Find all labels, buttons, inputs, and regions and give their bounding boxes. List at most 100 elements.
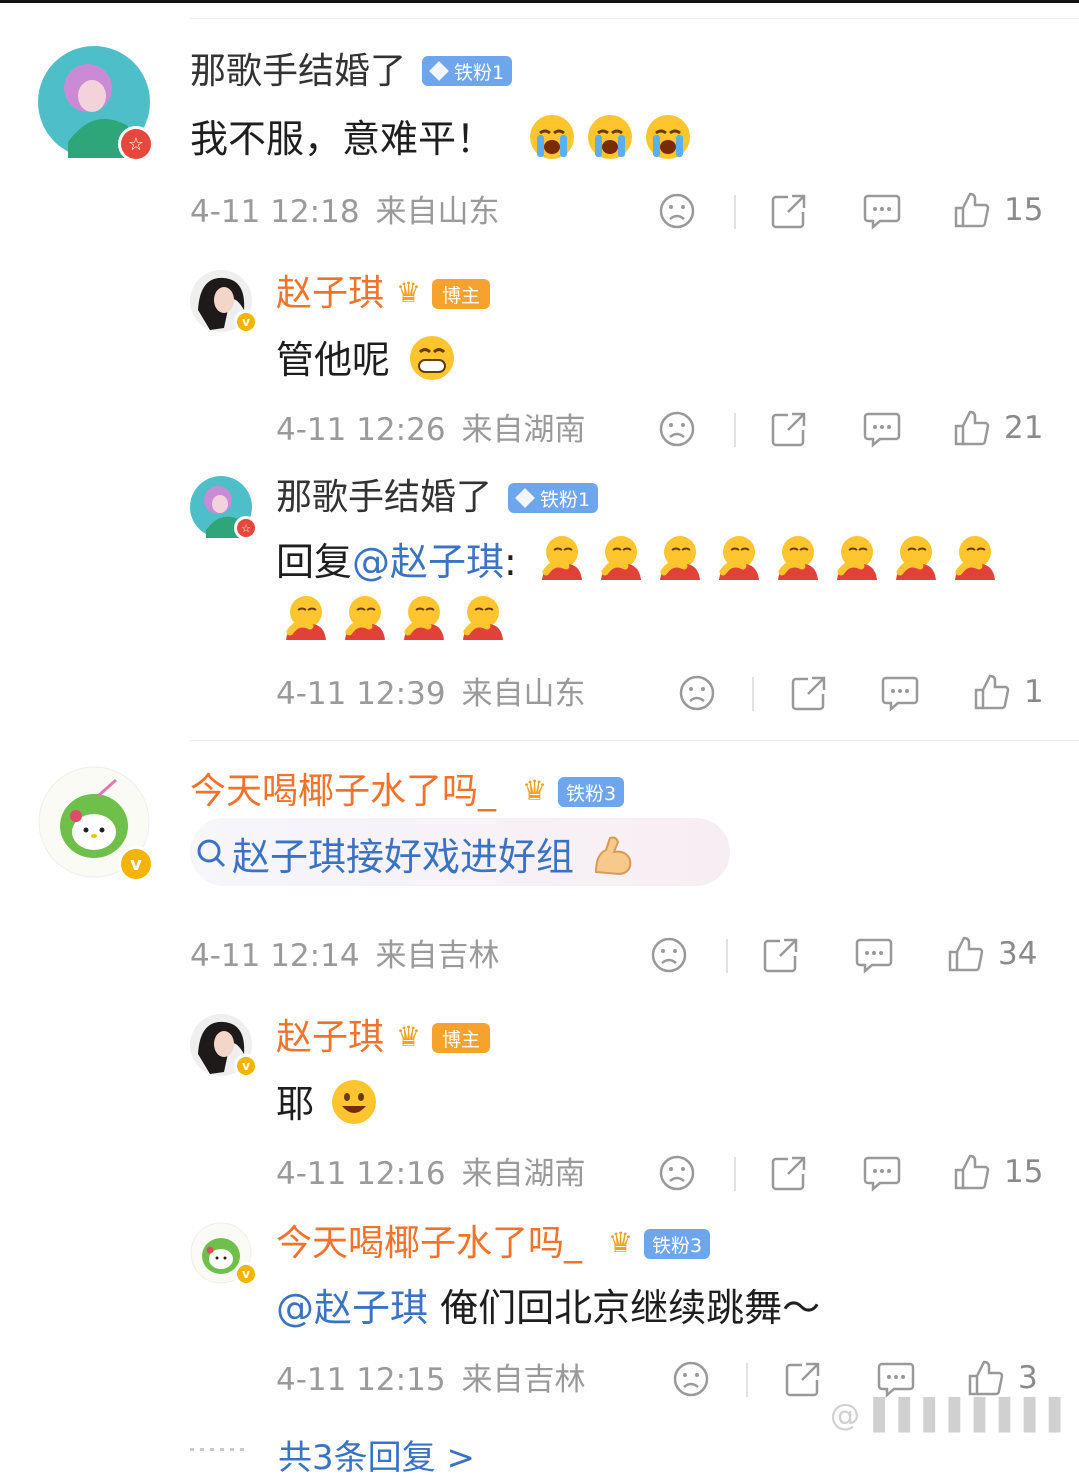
hug-emoji — [339, 592, 389, 646]
like-button[interactable]: 15 — [952, 190, 1043, 230]
avatar[interactable]: v — [190, 1014, 258, 1078]
share-icon[interactable] — [790, 674, 828, 712]
share-icon[interactable] — [770, 1154, 808, 1192]
like-button[interactable]: 3 — [966, 1358, 1038, 1398]
avatar[interactable]: v — [190, 1222, 258, 1286]
reply-author-name[interactable]: 赵子琪 — [276, 1018, 384, 1058]
like-count: 34 — [998, 936, 1038, 972]
action-bar: 15 — [656, 190, 1046, 234]
reply-text: 耶 — [276, 1078, 388, 1135]
comment-icon[interactable] — [862, 1154, 902, 1192]
thumbs-up-icon — [966, 1358, 1006, 1398]
divider — [734, 1157, 736, 1191]
verified-badge: ☆ — [118, 126, 154, 162]
hug-emoji — [280, 592, 330, 646]
dislike-icon[interactable] — [658, 1154, 696, 1192]
divider — [734, 413, 736, 447]
fan-tag: 铁粉3 — [644, 1229, 711, 1259]
like-button[interactable]: 1 — [972, 672, 1044, 712]
fan-tag: 铁粉1 — [508, 483, 599, 513]
crown-icon: ♛ — [396, 1020, 422, 1053]
share-icon[interactable] — [762, 936, 800, 974]
divider — [190, 740, 1079, 741]
top-border — [0, 0, 1079, 3]
like-count: 15 — [1004, 192, 1044, 228]
mention-link[interactable]: @赵子琪 — [276, 1286, 428, 1330]
cry-emoji — [528, 113, 576, 170]
verified-badge: v — [118, 846, 154, 882]
emoji-row — [536, 532, 1016, 586]
hug-emoji — [654, 532, 704, 586]
thumbs-up-icon — [952, 1152, 992, 1192]
action-bar: 15 — [656, 1152, 1046, 1196]
comment-icon[interactable] — [876, 1360, 916, 1398]
divider — [734, 195, 736, 229]
cry-emoji — [644, 113, 692, 170]
reply-thread-line — [190, 1448, 250, 1451]
crown-icon: ♛ — [396, 276, 422, 309]
reply-meta: 4-11 12:15 来自吉林 — [276, 1362, 586, 1398]
reply-meta: 4-11 12:26 来自湖南 — [276, 412, 586, 448]
dislike-icon[interactable] — [672, 1360, 710, 1398]
comment-icon[interactable] — [854, 936, 894, 974]
like-count: 3 — [1018, 1360, 1038, 1396]
blogger-tag: 博主 — [432, 1023, 491, 1053]
avatar[interactable]: ☆ — [38, 46, 154, 162]
share-icon[interactable] — [770, 410, 808, 448]
divider — [752, 677, 754, 711]
like-count: 1 — [1024, 674, 1044, 710]
dislike-icon[interactable] — [678, 674, 716, 712]
dislike-icon[interactable] — [650, 936, 688, 974]
action-bar: 21 — [656, 408, 1046, 452]
reply-text: 回复@赵子琪: — [276, 540, 517, 584]
commenter-name[interactable]: 那歌手结婚了 — [190, 52, 406, 92]
like-button[interactable]: 15 — [952, 1152, 1043, 1192]
dislike-icon[interactable] — [658, 410, 696, 448]
emoji-row — [280, 592, 760, 646]
share-icon[interactable] — [784, 1360, 822, 1398]
avatar[interactable]: v — [190, 270, 258, 334]
comment-icon[interactable] — [862, 410, 902, 448]
hug-emoji — [772, 532, 822, 586]
action-bar: 34 — [648, 934, 1046, 978]
divider — [746, 1363, 748, 1397]
thumbs-up-icon — [952, 190, 992, 230]
watermark: @ ▌▌▌▌▌▌▌▌ — [830, 1398, 1075, 1433]
action-bar: 1 — [676, 672, 1046, 716]
share-icon[interactable] — [770, 192, 808, 230]
like-button[interactable]: 34 — [946, 934, 1037, 974]
muscle-emoji — [590, 832, 636, 887]
action-bar: 3 — [670, 1358, 1046, 1402]
search-topic-text[interactable]: 赵子琪接好戏进好组 — [232, 832, 646, 887]
reply-author-name[interactable]: 赵子琪 — [276, 274, 384, 314]
reply-author-name[interactable]: 今天喝椰子水了吗_ — [276, 1224, 582, 1264]
dislike-icon[interactable] — [658, 192, 696, 230]
hug-emoji — [595, 532, 645, 586]
fan-tag: 铁粉3 — [558, 777, 625, 807]
more-replies-link[interactable]: 共3条回复 > — [278, 1430, 475, 1479]
hug-emoji — [949, 532, 999, 586]
mention-link[interactable]: @赵子琪 — [352, 540, 504, 584]
fan-tag: 铁粉1 — [422, 56, 513, 86]
grin-emoji — [408, 334, 456, 391]
avatar[interactable]: ☆ — [190, 476, 258, 540]
avatar[interactable]: v — [38, 766, 154, 882]
comment-icon[interactable] — [862, 192, 902, 230]
comment-icon[interactable] — [880, 674, 920, 712]
hug-emoji — [831, 532, 881, 586]
hug-emoji — [457, 592, 507, 646]
verified-badge: v — [234, 1054, 258, 1078]
comment-meta: 4-11 12:14 来自吉林 — [190, 938, 500, 974]
hug-emoji — [890, 532, 940, 586]
thumbs-up-icon — [946, 934, 986, 974]
reply-author-name[interactable]: 那歌手结婚了 — [276, 478, 492, 518]
verified-badge: ☆ — [234, 516, 258, 540]
thumbs-up-icon — [972, 672, 1012, 712]
reply-meta: 4-11 12:39 来自山东 — [276, 676, 586, 712]
divider — [190, 18, 1079, 19]
comment-text: 我不服，意难平！ — [190, 113, 702, 170]
like-button[interactable]: 21 — [952, 408, 1043, 448]
comment-meta: 4-11 12:18 来自山东 — [190, 194, 500, 230]
smile-emoji — [330, 1078, 378, 1135]
commenter-name[interactable]: 今天喝椰子水了吗_ — [190, 772, 496, 812]
